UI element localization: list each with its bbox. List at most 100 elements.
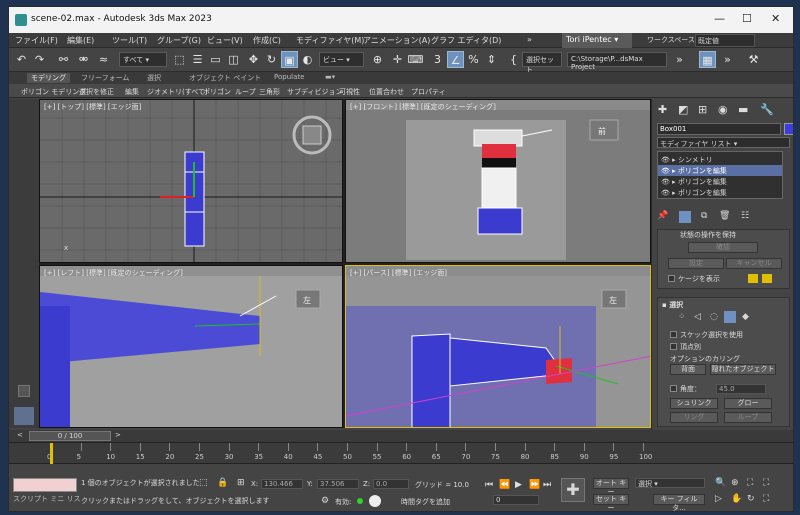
- time-next-icon[interactable]: >: [115, 431, 121, 439]
- utilities-tab-icon[interactable]: 🔧: [760, 103, 774, 116]
- menu-view[interactable]: ビュー(V): [207, 35, 243, 46]
- ribbon-edit[interactable]: 編集: [125, 87, 139, 97]
- motion-tab-icon[interactable]: ◉: [718, 103, 728, 116]
- play-icon[interactable]: [18, 385, 30, 397]
- select-by-name-icon[interactable]: ☰: [189, 51, 206, 68]
- fov-icon[interactable]: ▷: [715, 494, 722, 504]
- x-coordinate-field[interactable]: 130.466: [261, 479, 303, 489]
- view-cube-left[interactable]: 左: [303, 295, 311, 305]
- named-selection-sets[interactable]: 選択セット: [522, 52, 562, 74]
- tab-object-paint[interactable]: オブジェクト ペイント: [189, 73, 261, 83]
- confirm-button[interactable]: 確認: [688, 242, 758, 253]
- menu-modifiers[interactable]: モディファイヤ(M): [296, 35, 364, 46]
- ribbon-align[interactable]: 位置合わせ: [369, 87, 404, 97]
- viewport-label[interactable]: [+] [トップ] [標準] [エッジ面]: [44, 102, 141, 112]
- maximize-icon[interactable]: ☐: [742, 12, 752, 25]
- display-tab-icon[interactable]: ▬: [738, 103, 748, 116]
- prev-frame-icon[interactable]: ⏪: [499, 480, 510, 490]
- show-end-result-icon[interactable]: [679, 211, 691, 223]
- viewport-left[interactable]: [+] [レフト] [標準] [既定のシェーディング] 左: [39, 265, 343, 428]
- polygon-mode-icon[interactable]: [724, 311, 736, 323]
- make-unique-icon[interactable]: ⧉: [701, 211, 707, 221]
- object-name-field[interactable]: Box001: [657, 123, 781, 135]
- reference-coord-dropdown[interactable]: ビュー ▾: [319, 52, 364, 67]
- menu-file[interactable]: ファイル(F): [15, 35, 58, 46]
- configure-sets-icon[interactable]: ☷: [741, 211, 749, 221]
- adaptive-degradation-icon[interactable]: ⚙: [321, 496, 329, 506]
- lock-icon[interactable]: 🔒: [217, 478, 228, 488]
- link-icon[interactable]: ⚯: [55, 51, 72, 68]
- show-cage-checkbox[interactable]: ケージを表示: [668, 274, 720, 284]
- current-time-marker[interactable]: [50, 443, 53, 464]
- modify-tab-icon[interactable]: ◩: [678, 103, 688, 116]
- vertex-mode-icon[interactable]: ⁘: [678, 312, 686, 322]
- element-mode-icon[interactable]: ◆: [742, 312, 749, 322]
- backface-button[interactable]: 背面: [670, 364, 706, 375]
- unlink-icon[interactable]: ⚮: [75, 51, 92, 68]
- project-path-dropdown[interactable]: C:\Storage\P...dsMax Project: [567, 52, 667, 71]
- z-coordinate-field[interactable]: 0.0: [373, 479, 409, 489]
- close-icon[interactable]: ✕: [771, 12, 780, 25]
- pivot-icon[interactable]: ⊕: [369, 51, 386, 68]
- pin-stack-icon[interactable]: 📌: [657, 211, 668, 221]
- cage-selected-color-swatch[interactable]: [762, 274, 772, 283]
- grow-button[interactable]: グロー: [724, 398, 772, 409]
- keyboard-shortcut-icon[interactable]: ⌨: [407, 51, 424, 68]
- bind-spacewarp-icon[interactable]: ≈: [95, 51, 112, 68]
- object-color-swatch[interactable]: [784, 123, 793, 135]
- pan-icon[interactable]: ✋: [731, 494, 742, 504]
- selection-set-dropdown[interactable]: 選択 ▾: [635, 478, 705, 488]
- viewport-top[interactable]: [+] [トップ] [標準] [エッジ面] x: [39, 99, 343, 263]
- menu-animation[interactable]: アニメーション(A): [363, 35, 430, 46]
- undo-icon[interactable]: ↶: [13, 51, 30, 68]
- zoom-extents-icon[interactable]: ⛶: [747, 478, 753, 488]
- window-crossing-icon[interactable]: ◫: [225, 51, 242, 68]
- ribbon-poly-modeling[interactable]: ポリゴン モデリング: [21, 87, 86, 97]
- shrink-button[interactable]: シュリンク: [670, 398, 718, 409]
- ring-button[interactable]: リング: [670, 412, 718, 423]
- zoom-all-icon[interactable]: ⊕: [731, 478, 739, 488]
- by-vertex-checkbox[interactable]: スケック選択を使用: [670, 330, 743, 340]
- spinner-snap-icon[interactable]: ⇕: [483, 51, 500, 68]
- hierarchy-tab-icon[interactable]: ⊞: [698, 103, 707, 116]
- border-mode-icon[interactable]: ◌: [710, 312, 718, 322]
- render-icon[interactable]: ⚒: [745, 51, 762, 68]
- minimize-icon[interactable]: —: [714, 12, 725, 25]
- ribbon-visibility[interactable]: 可視性: [339, 87, 360, 97]
- goto-start-icon[interactable]: ⏮: [485, 480, 493, 490]
- viewport-label[interactable]: [+] [パース] [標準] [エッジ面]: [350, 268, 447, 278]
- scale-icon[interactable]: ▣: [281, 51, 298, 68]
- loop-button[interactable]: ループ: [724, 412, 772, 423]
- auto-key-button[interactable]: オート キー: [593, 478, 629, 496]
- set-button[interactable]: 設定: [668, 258, 724, 269]
- stack-item[interactable]: 👁 ▸ ポリゴンを編集: [658, 165, 782, 176]
- orbit-icon[interactable]: ↻: [747, 494, 755, 504]
- ribbon-geometry[interactable]: ジオメトリ(すべて): [147, 87, 208, 97]
- hidden-objects-button[interactable]: 隠れたオブジェクト: [710, 364, 776, 375]
- menu-tools[interactable]: ツール(T): [112, 35, 147, 46]
- y-coordinate-field[interactable]: 37.506: [317, 479, 359, 489]
- angle-field[interactable]: 45.0: [716, 384, 766, 394]
- menu-group[interactable]: グループ(G): [157, 35, 201, 46]
- ignore-backface-checkbox[interactable]: 頂点別: [670, 342, 701, 352]
- zoom-extents-all-icon[interactable]: ⛶: [763, 478, 769, 488]
- create-tab-icon[interactable]: ✚: [658, 103, 667, 116]
- absolute-mode-icon[interactable]: ⊞: [237, 478, 245, 488]
- selection-filter-dropdown[interactable]: すべて ▾: [119, 52, 167, 67]
- time-prev-icon[interactable]: <: [17, 431, 23, 439]
- time-tag-icon[interactable]: [369, 495, 381, 507]
- stack-item[interactable]: 👁 ▸ ポリゴンを編集: [658, 176, 782, 187]
- ribbon-properties[interactable]: プロパティ: [411, 87, 446, 97]
- next-frame-icon[interactable]: ⏩: [529, 480, 540, 490]
- viewport-label[interactable]: [+] [レフト] [標準] [既定のシェーディング]: [44, 268, 183, 278]
- render-setup-icon[interactable]: ▦: [699, 51, 716, 68]
- angle-snap-icon[interactable]: ∠: [447, 51, 464, 68]
- tab-modeling[interactable]: モデリング: [27, 73, 70, 83]
- ribbon-toggle-icon[interactable]: ▬▾: [325, 73, 335, 81]
- rotate-icon[interactable]: ↻: [263, 51, 280, 68]
- isolate-icon[interactable]: ⬚: [199, 478, 208, 488]
- percent-snap-icon[interactable]: %: [465, 51, 482, 68]
- edge-mode-icon[interactable]: ◁: [694, 312, 701, 322]
- stack-item[interactable]: 👁 ▸ シンメトリ: [658, 154, 782, 165]
- toolbar-more2-icon[interactable]: »: [719, 51, 736, 68]
